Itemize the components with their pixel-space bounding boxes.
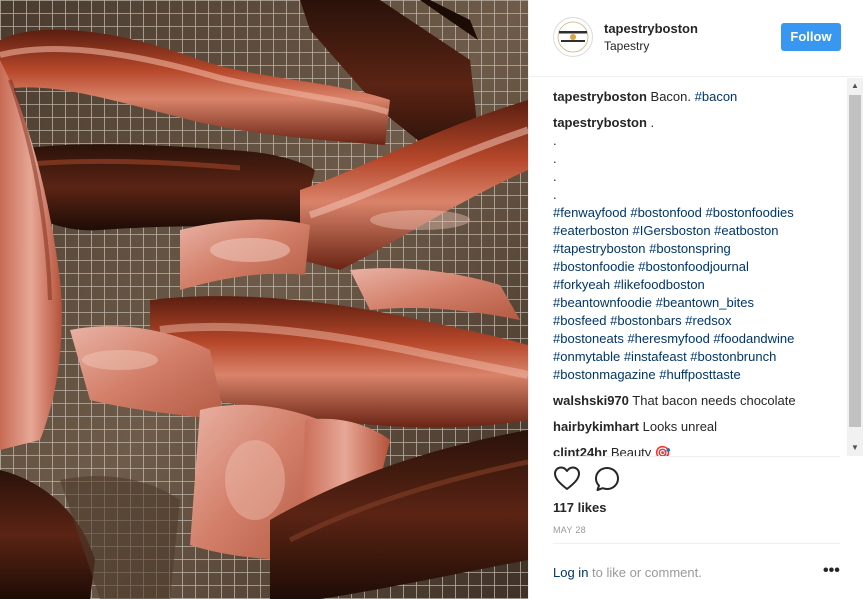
comment-text: Looks unreal	[642, 419, 718, 434]
comment-text: Beauty 🎯	[610, 445, 672, 456]
comment-item: clint24hr Beauty 🎯	[553, 444, 853, 456]
scrollbar-thumb[interactable]	[849, 95, 861, 427]
author-comment-author[interactable]: tapestryboston	[553, 115, 647, 130]
dot-line: .	[553, 169, 557, 184]
scroll-up-arrow-icon[interactable]: ▲	[847, 78, 863, 94]
hashtag-line[interactable]: #beantownfoodie #beantown_bites	[553, 294, 853, 312]
dot-line: .	[553, 151, 557, 166]
divider	[553, 543, 840, 544]
hashtag-line[interactable]: #eaterboston #IGersboston #eatboston	[553, 222, 853, 240]
comment-icon[interactable]	[593, 465, 621, 493]
header-location[interactable]: Tapestry	[604, 39, 649, 53]
comments-list: tapestryboston Bacon. #bacon tapestrybos…	[553, 88, 853, 456]
hashtag-line[interactable]: #bostoneats #heresmyfood #foodandwine	[553, 330, 853, 348]
header-username[interactable]: tapestryboston	[604, 21, 698, 36]
divider	[553, 456, 840, 457]
dot-line: .	[553, 187, 557, 202]
caption-hashtag[interactable]: #bacon	[695, 89, 738, 104]
hashtag-line[interactable]: #fenwayfood #bostonfood #bostonfoodies	[553, 204, 853, 222]
post-date: MAY 28	[553, 525, 586, 535]
more-options-icon[interactable]: •••	[823, 563, 841, 580]
post-side-panel: tapestryboston Tapestry Follow tapestryb…	[528, 0, 863, 599]
post-header: tapestryboston Tapestry Follow	[529, 0, 863, 77]
dot-line: .	[553, 133, 557, 148]
scroll-down-arrow-icon[interactable]: ▼	[847, 440, 863, 456]
author-comment-lines: . . . . #fenwayfood #bostonfood #bostonf…	[553, 132, 853, 384]
caption-author[interactable]: tapestryboston	[553, 89, 647, 104]
post-photo-bacon[interactable]	[0, 0, 528, 599]
comments-scrollbar[interactable]: ▲ ▼	[847, 78, 863, 456]
hashtag-line[interactable]: #onmytable #instafeast #bostonbrunch	[553, 348, 853, 366]
caption-comment: tapestryboston Bacon. #bacon	[553, 88, 853, 106]
login-prompt: Log in to like or comment.	[553, 565, 702, 580]
comment-item: hairbykimhart Looks unreal	[553, 418, 853, 436]
hashtag-line[interactable]: #tapestryboston #bostonspring	[553, 240, 853, 258]
comment-author[interactable]: walshski970	[553, 393, 629, 408]
login-suffix: to like or comment.	[588, 565, 702, 580]
author-comment-first-line: .	[650, 115, 655, 130]
hashtag-line[interactable]: #bostonfoodie #bostonfoodjournal	[553, 258, 853, 276]
hashtag-line[interactable]: #bosfeed #bostonbars #redsox	[553, 312, 853, 330]
follow-button[interactable]: Follow	[781, 23, 841, 51]
author-hashtag-comment: tapestryboston . . . . . #fenwayfood #bo…	[553, 114, 853, 384]
comment-item: walshski970 That bacon needs chocolate	[553, 392, 853, 410]
tapestry-logo-icon	[555, 19, 591, 55]
heart-icon[interactable]	[553, 465, 581, 493]
comment-text: That bacon needs chocolate	[632, 393, 796, 408]
hashtag-line[interactable]: #forkyeah #likefoodboston	[553, 276, 853, 294]
comment-author[interactable]: clint24hr	[553, 445, 607, 456]
instagram-post: tapestryboston Tapestry Follow tapestryb…	[0, 0, 863, 599]
hashtag-line[interactable]: #bostonmagazine #huffposttaste	[553, 366, 853, 384]
profile-avatar[interactable]	[553, 17, 593, 57]
caption-text: Bacon.	[650, 89, 692, 104]
comment-author[interactable]: hairbykimhart	[553, 419, 639, 434]
likes-count[interactable]: 117 likes	[553, 500, 607, 515]
login-link[interactable]: Log in	[553, 565, 588, 580]
